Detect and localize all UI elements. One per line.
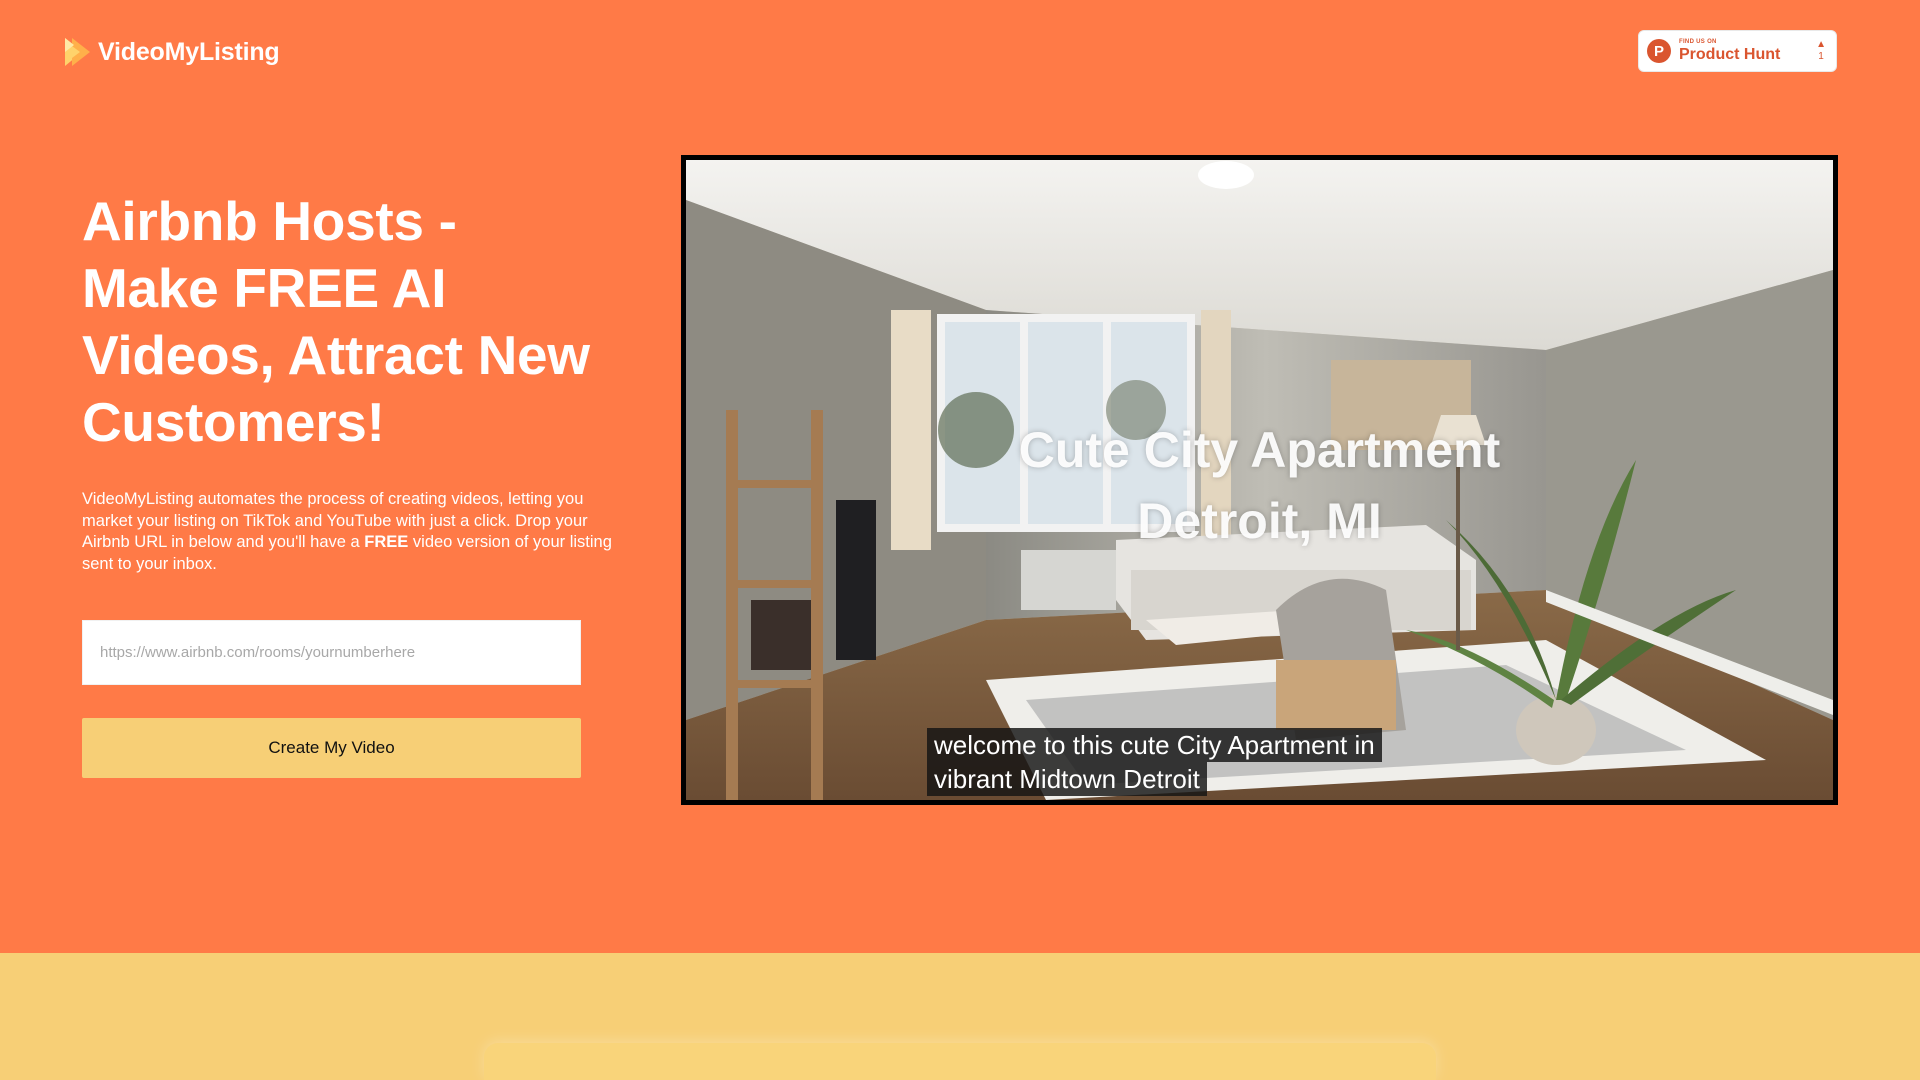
caption-line-2: vibrant Midtown Detroit — [927, 762, 1207, 796]
upvote-count: 1 — [1818, 51, 1824, 62]
hero-section: VideoMyListing P FIND US ON Product Hunt… — [0, 0, 1920, 953]
video-screen[interactable]: Cute City Apartment Detroit, MI welcome … — [686, 160, 1833, 800]
video-player[interactable]: Cute City Apartment Detroit, MI welcome … — [681, 155, 1838, 805]
video-title-line2: Detroit, MI — [1137, 493, 1382, 549]
brand-logo[interactable]: VideoMyListing — [62, 34, 280, 70]
video-caption: welcome to this cute City Apartment in v… — [927, 728, 1487, 796]
video-title-overlay: Cute City Apartment Detroit, MI — [686, 415, 1833, 557]
headline-line: Airbnb Hosts - — [82, 190, 457, 252]
create-video-button[interactable]: Create My Video — [82, 718, 581, 778]
product-hunt-p-icon: P — [1647, 39, 1671, 63]
headline-line: Videos, Attract New — [82, 324, 590, 386]
product-hunt-text: FIND US ON Product Hunt — [1679, 39, 1780, 63]
video-title-line1: Cute City Apartment — [1018, 422, 1501, 478]
description-bold: FREE — [364, 533, 409, 552]
upvote-arrow-icon: ▲ — [1816, 39, 1826, 50]
headline-line: Customers! — [82, 391, 385, 453]
airbnb-url-input[interactable] — [82, 620, 581, 685]
product-hunt-badge[interactable]: P FIND US ON Product Hunt ▲ 1 — [1638, 30, 1837, 72]
product-hunt-vote: ▲ 1 — [1816, 40, 1826, 62]
product-hunt-find-us: FIND US ON — [1679, 39, 1717, 45]
play-arrow-logo-icon — [65, 38, 90, 66]
caption-line-1: welcome to this cute City Apartment in — [927, 728, 1382, 762]
hero-description: VideoMyListing automates the process of … — [82, 489, 622, 575]
product-hunt-label: Product Hunt — [1679, 46, 1781, 63]
headline-line: Make FREE AI — [82, 257, 447, 319]
next-section-card — [484, 1043, 1436, 1080]
hero-headline: Airbnb Hosts - Make FREE AI Videos, Attr… — [82, 188, 642, 456]
brand-name: VideoMyListing — [98, 37, 280, 66]
